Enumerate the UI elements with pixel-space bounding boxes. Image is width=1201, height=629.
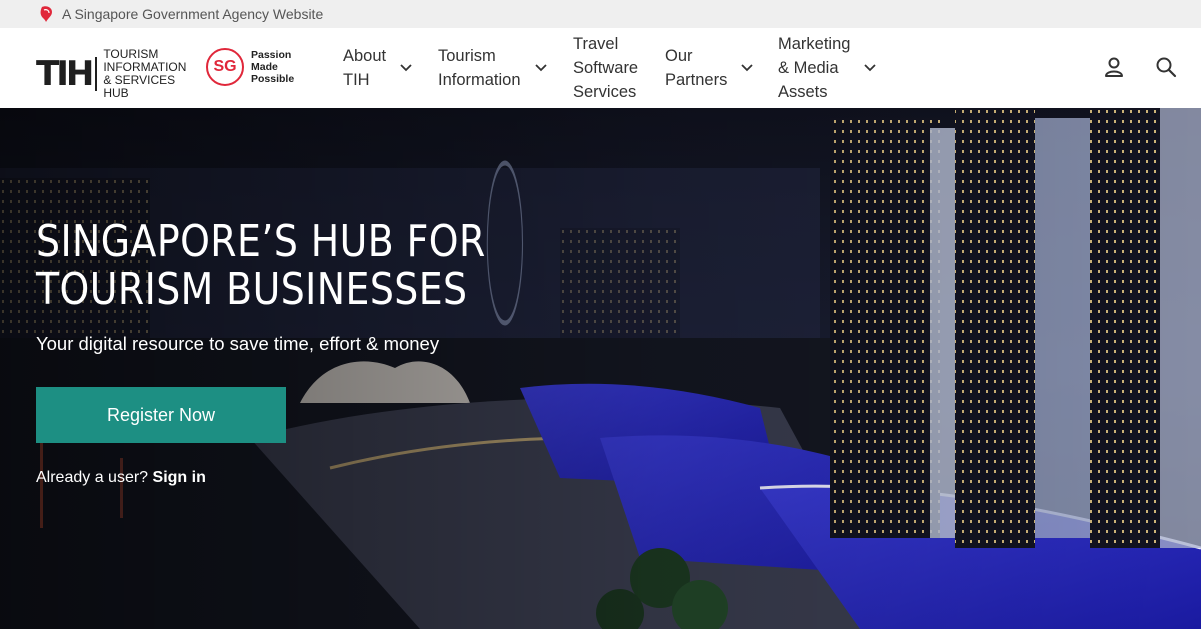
nav-label: Our Partners — [665, 47, 728, 89]
hero-banner: SINGAPORE’S HUB FOR TOURISM BUSINESSES Y… — [0, 108, 1201, 629]
nav-about-tih[interactable]: About TIH — [343, 28, 412, 108]
sg-passion-logo: SG Passion Made Possible — [206, 48, 311, 86]
site-header: TIH TOURISM INFORMATION & SERVICES HUB S… — [0, 28, 1201, 108]
tih-logo-mark: TIH — [36, 57, 98, 91]
sg-logo-tagline: Passion Made Possible — [251, 49, 295, 85]
tih-logo-text: TOURISM INFORMATION & SERVICES HUB — [103, 47, 187, 100]
marina-bay-night-image — [0, 108, 1201, 629]
gov-banner-text: A Singapore Government Agency Website — [62, 6, 324, 22]
tih-logo[interactable]: TIH TOURISM INFORMATION & SERVICES HUB — [36, 48, 203, 100]
user-icon[interactable] — [1103, 56, 1125, 78]
nav-label: Travel Software Services — [573, 35, 639, 101]
nav-label: Tourism Information — [438, 47, 521, 89]
chevron-down-icon — [400, 64, 412, 72]
search-icon[interactable] — [1155, 56, 1177, 78]
singapore-lion-icon — [40, 6, 52, 22]
already-user-text: Already a user? — [36, 469, 149, 486]
chevron-down-icon — [741, 64, 753, 72]
hero-title: SINGAPORE’S HUB FOR TOURISM BUSINESSES — [36, 216, 486, 315]
nav-label: About TIH — [343, 47, 387, 89]
sg-logo-mark: SG — [206, 48, 244, 86]
register-now-button[interactable]: Register Now — [36, 387, 286, 443]
gov-banner: A Singapore Government Agency Website — [0, 0, 1201, 28]
hero-subtitle: Your digital resource to save time, effo… — [36, 333, 440, 354]
nav-travel-software-services[interactable]: Travel Software Services — [573, 28, 638, 108]
sign-in-link[interactable]: Sign in — [153, 469, 206, 486]
nav-label: Marketing & Media Assets — [778, 35, 851, 101]
chevron-down-icon — [534, 64, 547, 72]
nav-tourism-information[interactable]: Tourism Information — [438, 28, 547, 108]
sign-in-prompt: Already a user? Sign in — [36, 469, 206, 487]
chevron-down-icon — [864, 64, 877, 72]
nav-marketing-media-assets[interactable]: Marketing & Media Assets — [778, 28, 877, 108]
nav-our-partners[interactable]: Our Partners — [665, 28, 753, 108]
